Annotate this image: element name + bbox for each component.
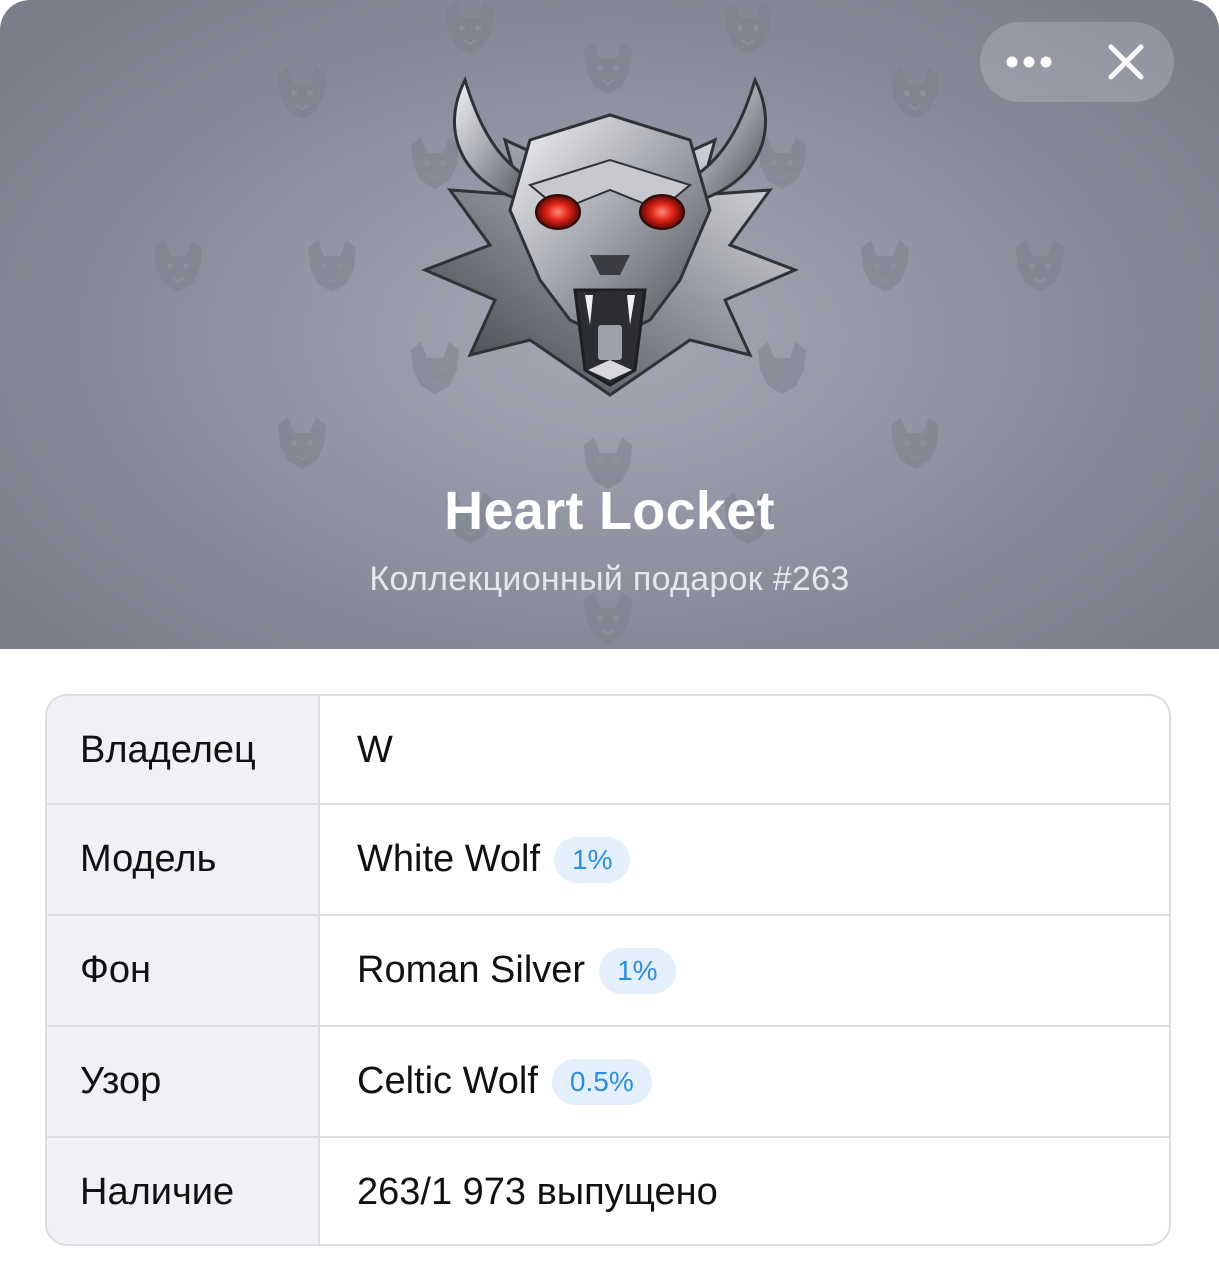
row-value: 263/1 973 выпущено <box>357 1171 718 1213</box>
rarity-badge[interactable]: 0.5% <box>551 1058 652 1105</box>
row-label: Фон <box>80 949 152 991</box>
row-value: Roman Silver <box>357 949 586 991</box>
table-row-owner: Владелец W <box>47 696 1169 805</box>
gift-details-table: Владелец W Модель White Wolf 1% Фон Roma… <box>45 694 1171 1246</box>
rarity-badge[interactable]: 1% <box>554 836 631 883</box>
row-value[interactable]: W <box>357 729 393 772</box>
table-row-symbol: Узор Celtic Wolf 0.5% <box>47 1027 1169 1136</box>
model-value: White Wolf 1% <box>357 805 631 914</box>
wolf-head-emblem-icon <box>421 75 799 397</box>
row-label: Узор <box>80 1060 162 1102</box>
gift-title: Heart Locket <box>444 481 775 541</box>
gift-header: Heart Locket Коллекционный подарок #263 <box>0 0 1219 649</box>
owner-value[interactable]: W <box>357 696 393 805</box>
availability-value: 263/1 973 выпущено <box>357 1138 718 1244</box>
table-row-backdrop: Фон Roman Silver 1% <box>47 916 1169 1025</box>
more-dots-icon <box>1006 56 1051 68</box>
symbol-value: Celtic Wolf 0.5% <box>357 1027 652 1136</box>
table-row-availability: Наличие 263/1 973 выпущено <box>47 1138 1169 1244</box>
table-row-model: Модель White Wolf 1% <box>47 805 1169 914</box>
backdrop-value: Roman Silver 1% <box>357 916 676 1025</box>
row-label: Модель <box>80 838 217 880</box>
row-value: Celtic Wolf <box>357 1060 538 1102</box>
row-label: Наличие <box>80 1171 235 1213</box>
close-button[interactable] <box>1077 22 1174 102</box>
more-button[interactable] <box>980 22 1077 102</box>
gift-details-sheet: Heart Locket Коллекционный подарок #263 … <box>0 0 1219 1280</box>
header-controls <box>980 22 1174 102</box>
row-label: Владелец <box>80 729 256 771</box>
gift-subtitle: Коллекционный подарок #263 <box>369 560 850 598</box>
close-icon <box>1108 44 1143 80</box>
row-value: White Wolf <box>357 838 541 880</box>
rarity-badge[interactable]: 1% <box>599 947 676 994</box>
